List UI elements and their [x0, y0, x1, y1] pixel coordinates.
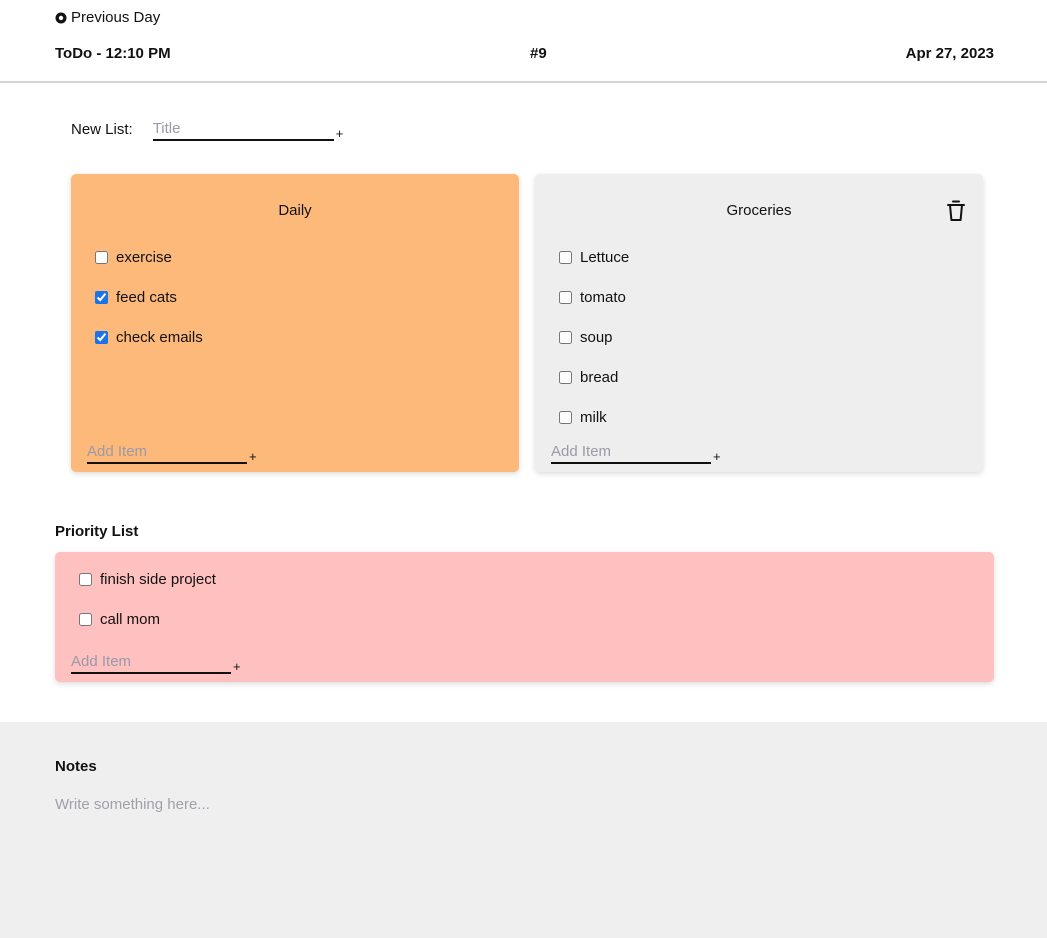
list-item[interactable]: Lettuce [559, 249, 629, 266]
item-label: call mom [100, 611, 161, 628]
list-item[interactable]: soup [559, 329, 613, 346]
list-item[interactable]: finish side project [79, 571, 216, 588]
add-item-input[interactable] [551, 440, 711, 464]
item-label: exercise [116, 249, 172, 266]
add-item-button[interactable]: + [249, 450, 257, 464]
notes-section: Notes [0, 722, 1047, 938]
new-list-title-input[interactable] [152, 117, 334, 141]
add-item-button[interactable]: + [713, 450, 721, 464]
circle-arrow-icon [55, 12, 67, 23]
item-label: check emails [116, 329, 203, 346]
item-checkbox[interactable] [79, 613, 92, 626]
list-item[interactable]: feed cats [95, 289, 177, 306]
priority-list-heading: Priority List [55, 523, 139, 540]
item-label: milk [580, 409, 607, 426]
list-item[interactable]: bread [559, 369, 618, 386]
add-item-button[interactable]: + [233, 660, 241, 674]
list-title: Daily [278, 202, 312, 219]
item-checkbox[interactable] [559, 291, 572, 304]
add-item-input[interactable] [71, 650, 231, 674]
item-label: feed cats [116, 289, 177, 306]
item-checkbox[interactable] [95, 251, 108, 264]
new-list-label: New List: [71, 121, 133, 138]
list-item[interactable]: exercise [95, 249, 172, 266]
list-item[interactable]: call mom [79, 611, 160, 628]
trash-icon[interactable] [945, 199, 967, 223]
add-item-input[interactable] [87, 440, 247, 464]
item-checkbox[interactable] [559, 411, 572, 424]
item-label: tomato [580, 289, 626, 306]
item-label: Lettuce [580, 249, 630, 266]
page-title: ToDo - 12:10 PM [55, 45, 171, 62]
item-label: bread [580, 369, 619, 386]
add-list-button[interactable]: + [336, 127, 344, 141]
previous-day-label: Previous Day [71, 9, 161, 26]
list-item[interactable]: tomato [559, 289, 626, 306]
priority-list-card: finish side project call mom + [55, 552, 994, 682]
list-card-daily: Daily exercise feed cats check emails + [71, 174, 519, 472]
notes-heading: Notes [55, 758, 97, 775]
item-checkbox[interactable] [95, 331, 108, 344]
previous-day-button[interactable]: Previous Day [55, 9, 160, 26]
day-number: #9 [530, 45, 547, 62]
list-card-groceries: Groceries Lettuce tomato soup bread milk… [535, 174, 983, 472]
add-item-row: + [87, 440, 257, 464]
item-checkbox[interactable] [559, 251, 572, 264]
list-item[interactable]: milk [559, 409, 607, 426]
item-label: finish side project [100, 571, 216, 588]
item-checkbox[interactable] [559, 331, 572, 344]
item-checkbox[interactable] [559, 371, 572, 384]
list-title: Groceries [726, 202, 792, 219]
list-item[interactable]: check emails [95, 329, 203, 346]
item-label: soup [580, 329, 613, 346]
date-label: Apr 27, 2023 [905, 45, 994, 62]
item-checkbox[interactable] [79, 573, 92, 586]
header: Previous Day ToDo - 12:10 PM #9 Apr 27, … [0, 0, 1047, 83]
item-checkbox[interactable] [95, 291, 108, 304]
add-item-row: + [551, 440, 721, 464]
new-list-row: New List: + [71, 117, 343, 141]
notes-textarea[interactable] [55, 796, 955, 896]
add-item-row: + [71, 650, 241, 674]
